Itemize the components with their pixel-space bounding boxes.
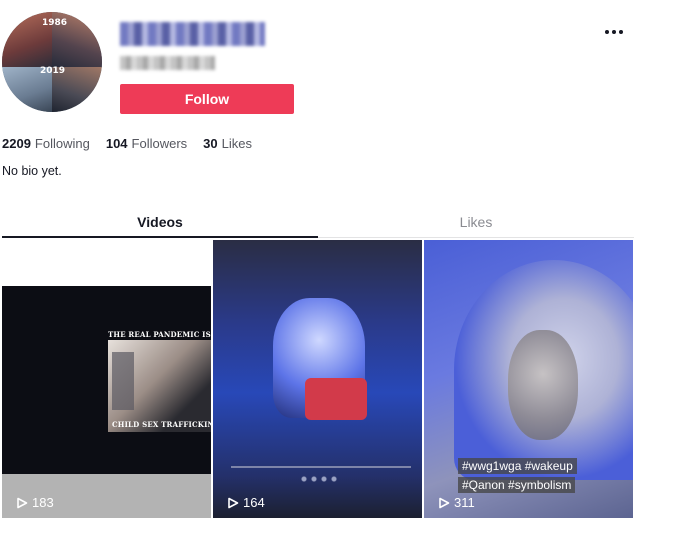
handle-redacted bbox=[120, 56, 215, 70]
avatar-year-label: 1986 bbox=[42, 18, 68, 28]
active-tab-indicator bbox=[2, 236, 318, 238]
more-icon[interactable] bbox=[600, 22, 628, 42]
stat-following[interactable]: 2209 Following bbox=[2, 136, 90, 151]
video-tile[interactable]: 164 bbox=[213, 240, 422, 518]
view-count: 183 bbox=[16, 495, 54, 510]
profile-tabs: Videos Likes bbox=[2, 210, 634, 240]
video-overlay-text: CHILD SEX TRAFFICKING bbox=[112, 420, 211, 429]
view-count-value: 164 bbox=[243, 495, 265, 510]
more-dot bbox=[605, 30, 609, 34]
video-grid: THE REAL PANDEMIC IS CHILD SEX TRAFFICKI… bbox=[2, 240, 634, 518]
video-caption-line: #wwg1wga #wakeup bbox=[458, 458, 577, 474]
bio-text: No bio yet. bbox=[2, 164, 62, 178]
more-dot bbox=[612, 30, 616, 34]
avatar-year-label: 2019 bbox=[40, 66, 66, 76]
stat-likes: 30 Likes bbox=[203, 136, 252, 151]
tab-likes[interactable]: Likes bbox=[318, 210, 634, 238]
video-tile[interactable]: THE REAL PANDEMIC IS CHILD SEX TRAFFICKI… bbox=[2, 240, 211, 518]
username-redacted bbox=[120, 22, 265, 46]
video-thumbnail-controls bbox=[299, 476, 341, 482]
play-icon bbox=[228, 497, 239, 508]
video-tile[interactable]: #wwg1wga #wakeup #Qanon #symbolism 311 bbox=[424, 240, 633, 518]
stat-following-value: 2209 bbox=[2, 136, 31, 151]
video-thumbnail-face bbox=[508, 330, 578, 440]
play-icon bbox=[17, 497, 28, 508]
play-icon bbox=[439, 497, 450, 508]
stat-following-label: Following bbox=[34, 136, 90, 151]
more-dot bbox=[619, 30, 623, 34]
video-thumbnail-detail bbox=[305, 378, 367, 420]
profile-stats: 2209 Following 104 Followers 30 Likes bbox=[2, 136, 252, 151]
tab-videos[interactable]: Videos bbox=[2, 210, 318, 238]
video-thumbnail-seekbar bbox=[231, 466, 411, 468]
video-thumbnail-figure bbox=[112, 352, 134, 410]
video-caption-line: #Qanon #symbolism bbox=[458, 477, 576, 493]
view-count-value: 183 bbox=[32, 495, 54, 510]
stat-likes-value: 30 bbox=[203, 136, 218, 151]
avatar[interactable]: 1986 2019 bbox=[2, 12, 102, 112]
video-overlay-text: THE REAL PANDEMIC IS bbox=[108, 330, 211, 339]
view-count: 164 bbox=[227, 495, 265, 510]
stat-followers[interactable]: 104 Followers bbox=[106, 136, 187, 151]
view-count: 311 bbox=[438, 495, 475, 510]
stat-followers-label: Followers bbox=[131, 136, 188, 151]
stat-likes-label: Likes bbox=[221, 136, 252, 151]
follow-button[interactable]: Follow bbox=[120, 84, 294, 114]
stat-followers-value: 104 bbox=[105, 136, 128, 151]
view-count-value: 311 bbox=[454, 495, 475, 510]
